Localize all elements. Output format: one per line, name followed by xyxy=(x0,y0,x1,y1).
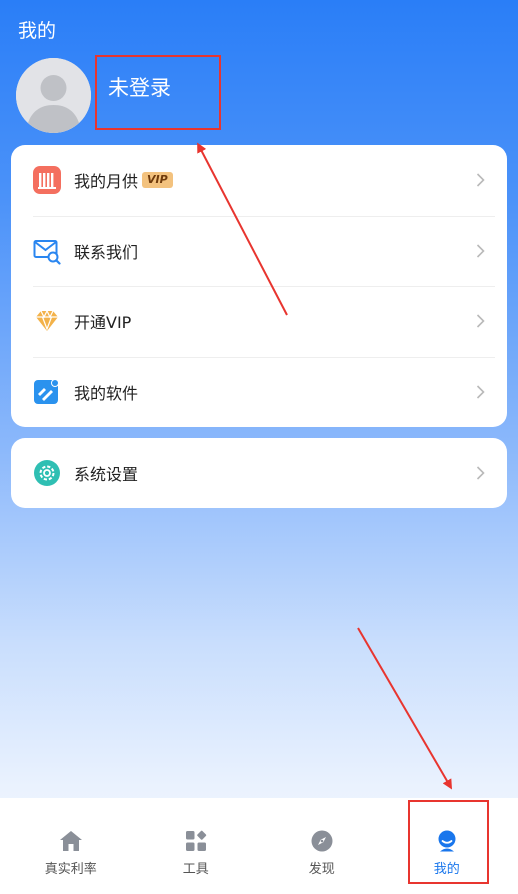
login-status-text[interactable]: 未登录 xyxy=(108,72,171,102)
page-title: 我的 xyxy=(18,20,57,42)
menu-item-label: 系统设置 xyxy=(74,465,139,484)
menu-item-label: 开通VIP xyxy=(74,313,132,333)
tab-label: 我的 xyxy=(433,862,460,877)
tab-label: 真实利率 xyxy=(44,862,97,877)
user-icon xyxy=(438,830,456,852)
tab-real-rate[interactable]: 真实利率 xyxy=(6,798,136,894)
compass-icon xyxy=(311,830,333,852)
home-icon xyxy=(59,831,82,851)
grid-icon xyxy=(185,830,206,851)
menu-card: 我的月供 VIP 联系我们 开通VIP 我的软件 xyxy=(11,145,507,427)
diamond-icon xyxy=(33,307,61,335)
chevron-right-icon xyxy=(476,314,485,328)
calendar-bars-icon xyxy=(33,166,61,195)
arrow-to-tab-mine xyxy=(357,627,453,790)
tab-label: 工具 xyxy=(182,862,209,877)
tab-discover[interactable]: 发现 xyxy=(257,798,387,894)
chevron-right-icon xyxy=(476,466,485,480)
menu-item-system-settings[interactable]: 系统设置 xyxy=(11,438,507,508)
bottom-tab-bar: 真实利率 工具 发现 我的 xyxy=(0,798,518,894)
avatar[interactable] xyxy=(16,58,91,133)
mail-search-icon xyxy=(33,237,61,265)
gear-icon xyxy=(33,459,61,487)
menu-item-my-software[interactable]: 我的软件 xyxy=(11,356,507,428)
vip-tag: VIP xyxy=(142,172,173,189)
tab-tools[interactable]: 工具 xyxy=(131,798,261,894)
menu-item-label: 我的软件 xyxy=(74,383,139,403)
chevron-right-icon xyxy=(476,173,485,187)
tab-label: 发现 xyxy=(308,862,335,877)
chevron-right-icon xyxy=(476,385,485,399)
default-avatar-icon xyxy=(16,58,91,133)
chevron-right-icon xyxy=(476,244,485,258)
software-edit-icon xyxy=(33,378,61,406)
tab-mine[interactable]: 我的 xyxy=(382,798,512,894)
menu-item-label: 我的月供 xyxy=(74,172,139,192)
menu-item-monthly-payment[interactable]: 我的月供 VIP xyxy=(11,145,507,216)
menu-item-open-vip[interactable]: 开通VIP xyxy=(11,286,507,357)
menu-item-label: 联系我们 xyxy=(74,242,139,262)
settings-card: 系统设置 xyxy=(11,438,507,508)
menu-item-contact-us[interactable]: 联系我们 xyxy=(11,215,507,287)
